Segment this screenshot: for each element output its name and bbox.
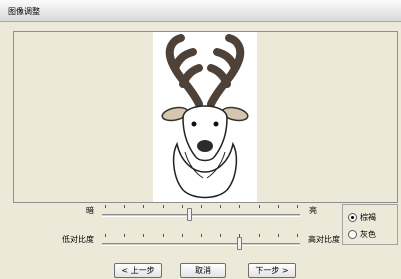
window-title: 图像调整 <box>8 7 40 16</box>
brightness-max-label: 亮 <box>309 206 317 215</box>
radio-sepia-label: 棕褐 <box>360 212 376 222</box>
slider-tick <box>182 234 183 237</box>
radio-sepia[interactable]: 棕褐 <box>348 211 376 223</box>
slider-tick <box>143 205 144 208</box>
prev-button[interactable]: < 上一步 <box>114 263 162 278</box>
slider-tick <box>201 234 202 237</box>
contrast-max-label: 高对比度 <box>308 235 340 244</box>
title-bar: 图像调整 <box>0 0 401 22</box>
contrast-slider-track <box>102 243 300 246</box>
contrast-slider-thumb[interactable] <box>237 237 242 250</box>
slider-tick <box>124 234 125 237</box>
slider-tick <box>259 205 260 208</box>
cancel-button[interactable]: 取消 <box>180 263 226 278</box>
slider-tick <box>220 205 221 208</box>
slider-tick <box>297 234 298 237</box>
slider-tick <box>297 205 298 208</box>
contrast-slider[interactable] <box>102 234 300 254</box>
slider-tick <box>220 234 221 237</box>
preview-panel <box>13 31 398 203</box>
brightness-slider-track <box>102 214 300 217</box>
slider-tick <box>105 234 106 237</box>
brightness-slider-thumb[interactable] <box>187 208 192 221</box>
reindeer-head-icon <box>161 34 249 199</box>
brightness-slider[interactable] <box>102 205 300 225</box>
contrast-min-label: 低对比度 <box>62 235 94 244</box>
slider-tick <box>163 205 164 208</box>
slider-tick <box>239 234 240 237</box>
slider-tick <box>105 205 106 208</box>
preview-image <box>153 32 257 202</box>
slider-tick <box>143 234 144 237</box>
radio-gray[interactable]: 灰色 <box>348 228 376 240</box>
radio-gray-button[interactable] <box>348 229 357 239</box>
slider-tick <box>182 205 183 208</box>
radio-gray-label: 灰色 <box>360 229 376 239</box>
brightness-min-label: 暗 <box>86 206 94 215</box>
radio-sepia-button[interactable] <box>348 212 357 222</box>
slider-tick <box>124 205 125 208</box>
slider-tick <box>201 205 202 208</box>
slider-tick <box>239 205 240 208</box>
slider-tick <box>163 234 164 237</box>
color-mode-group: 棕褐 灰色 <box>342 204 398 245</box>
slider-tick <box>278 234 279 237</box>
slider-tick <box>278 205 279 208</box>
next-button[interactable]: 下一步 > <box>248 263 296 278</box>
slider-tick <box>259 234 260 237</box>
